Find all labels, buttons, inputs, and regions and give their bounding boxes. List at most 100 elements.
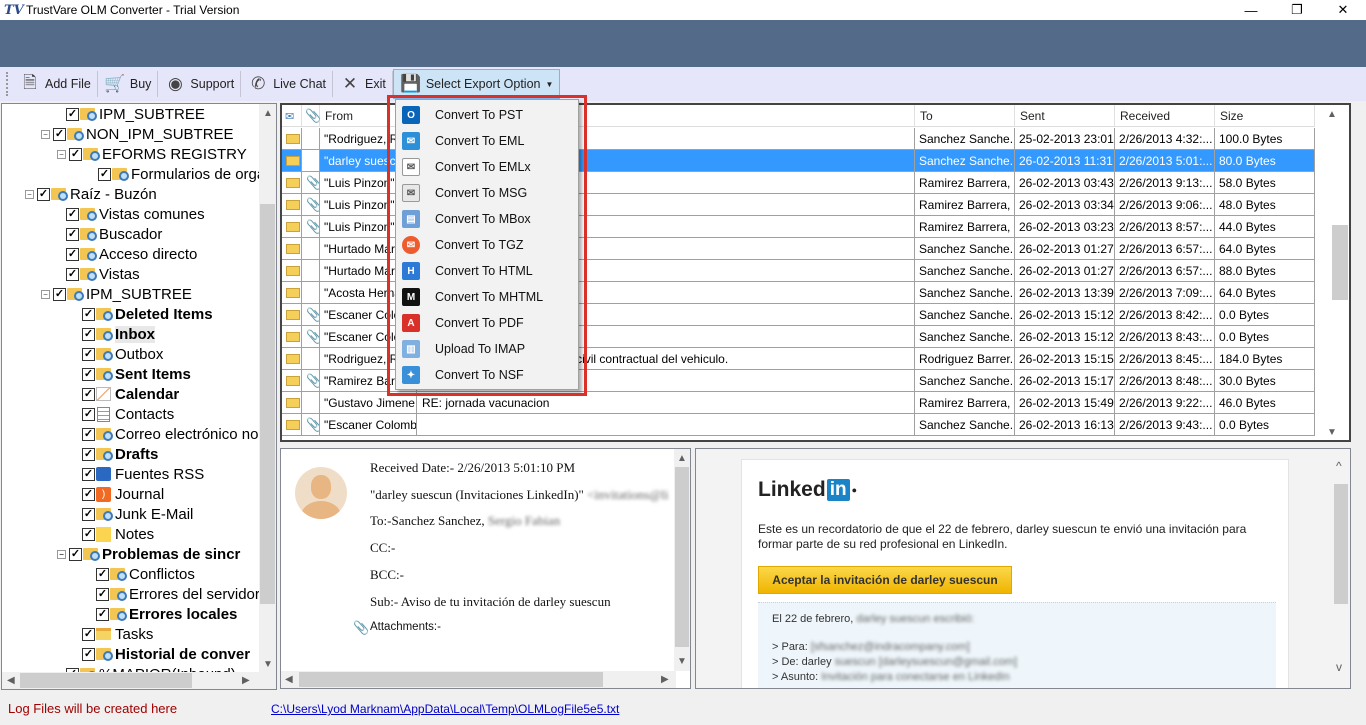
- select-export-option-button[interactable]: 💾 Select Export Option ▼: [392, 69, 561, 99]
- column-header-sent[interactable]: Sent: [1015, 105, 1115, 127]
- tree-item[interactable]: ✓ Junk E-Mail: [82, 504, 193, 524]
- column-header-received[interactable]: Received: [1115, 105, 1215, 127]
- email-body-scroll-thumb[interactable]: [1334, 484, 1348, 604]
- scroll-left-arrow-icon[interactable]: ◀: [285, 674, 293, 685]
- folder-checkbox[interactable]: ✓: [37, 187, 50, 201]
- tree-item[interactable]: ✓ Fuentes RSS: [82, 464, 204, 484]
- menu-item-convert-to-eml[interactable]: ✉ Convert To EML: [396, 128, 578, 154]
- folder-checkbox[interactable]: ✓: [82, 367, 95, 381]
- add-file-button[interactable]: 🗎 Add File: [13, 69, 97, 99]
- scroll-down-arrow-icon[interactable]: ▼: [263, 659, 273, 670]
- folder-checkbox[interactable]: ✓: [66, 107, 79, 121]
- scroll-up-arrow-icon[interactable]: ▲: [1327, 109, 1337, 120]
- tree-item[interactable]: ✓ Deleted Items: [82, 304, 213, 324]
- email-list-scroll-thumb[interactable]: [1332, 225, 1348, 300]
- tree-horizontal-scrollbar[interactable]: ◀ ▶: [2, 672, 276, 689]
- tree-item[interactable]: ✓ Notes: [82, 524, 154, 544]
- tree-item[interactable]: ✓ Errores locales: [96, 604, 237, 624]
- tree-item[interactable]: − ✓ IPM_SUBTREE: [41, 284, 192, 304]
- folder-checkbox[interactable]: ✓: [69, 547, 82, 561]
- minimize-button[interactable]: —: [1228, 0, 1274, 20]
- scroll-right-arrow-icon[interactable]: ▶: [242, 675, 250, 686]
- menu-item-upload-to-imap[interactable]: ▥ Upload To IMAP: [396, 336, 578, 362]
- scroll-down-arrow-icon[interactable]: ▼: [677, 656, 687, 667]
- tree-item[interactable]: ✓ Buscador: [66, 224, 162, 244]
- tree-item[interactable]: ✓ Vistas: [66, 264, 140, 284]
- tree-item[interactable]: − ✓ EFORMS REGISTRY: [57, 144, 247, 164]
- tree-item[interactable]: − ✓ Problemas de sincr: [57, 544, 240, 564]
- scroll-left-arrow-icon[interactable]: ◀: [7, 675, 15, 686]
- exit-button[interactable]: ✕ Exit: [333, 69, 392, 99]
- tree-item[interactable]: ✓ Outbox: [82, 344, 163, 364]
- scroll-down-arrow-icon[interactable]: ▼: [1327, 427, 1337, 438]
- folder-checkbox[interactable]: ✓: [82, 407, 95, 421]
- attachment-column-header[interactable]: 📎: [302, 105, 321, 127]
- tree-item[interactable]: ✓ Vistas comunes: [66, 204, 205, 224]
- accept-invitation-button[interactable]: Aceptar la invitación de darley suescun: [758, 566, 1012, 594]
- tree-item[interactable]: ✓ Historial de conver: [82, 644, 250, 664]
- scroll-right-arrow-icon[interactable]: ▶: [661, 674, 669, 685]
- support-button[interactable]: ◉ Support: [158, 69, 240, 99]
- tree-item[interactable]: ✓ Errores del servidor: [96, 584, 260, 604]
- log-file-path-link[interactable]: C:\Users\Lyod Marknam\AppData\Local\Temp…: [271, 702, 619, 716]
- folder-checkbox[interactable]: ✓: [82, 487, 95, 501]
- folder-checkbox[interactable]: ✓: [82, 387, 95, 401]
- column-header-size[interactable]: Size: [1215, 105, 1315, 127]
- collapse-icon[interactable]: −: [57, 549, 66, 559]
- tree-item[interactable]: ✓ Formularios de orga: [98, 164, 265, 184]
- folder-checkbox[interactable]: ✓: [96, 587, 109, 601]
- tree-hscroll-thumb[interactable]: [20, 673, 192, 688]
- scroll-up-arrow-icon[interactable]: ^: [1336, 459, 1342, 473]
- menu-item-convert-to-mhtml[interactable]: M Convert To MHTML: [396, 284, 578, 310]
- tree-item[interactable]: − ✓ NON_IPM_SUBTREE: [41, 124, 234, 144]
- collapse-icon[interactable]: −: [57, 149, 66, 159]
- menu-item-convert-to-tgz[interactable]: ✉ Convert To TGZ: [396, 232, 578, 258]
- column-header-to[interactable]: To: [915, 105, 1015, 127]
- email-body-vertical-scrollbar[interactable]: ^ v: [1332, 449, 1350, 688]
- folder-tree[interactable]: ✓ IPM_SUBTREE − ✓ NON_IPM_SUBTREE − ✓ EFORMS RE…: [1, 103, 277, 690]
- preview-vertical-scrollbar[interactable]: ▲ ▼: [674, 449, 690, 671]
- tree-scroll-thumb[interactable]: [260, 204, 275, 604]
- tree-vertical-scrollbar[interactable]: ▲ ▼: [259, 104, 276, 674]
- live-chat-button[interactable]: ✆ Live Chat: [241, 69, 332, 99]
- buy-button[interactable]: 🛒 Buy: [98, 69, 158, 99]
- folder-checkbox[interactable]: ✓: [66, 247, 79, 261]
- tree-item[interactable]: − ✓ Raíz - Buzón: [25, 184, 157, 204]
- folder-checkbox[interactable]: ✓: [66, 267, 79, 281]
- tree-item[interactable]: ✓ Drafts: [82, 444, 158, 464]
- folder-checkbox[interactable]: ✓: [96, 607, 109, 621]
- toolbar-grip[interactable]: [6, 72, 9, 96]
- tree-item[interactable]: ✓ Correo electrónico no: [82, 424, 258, 444]
- tree-item[interactable]: ✓ Conflictos: [96, 564, 195, 584]
- folder-checkbox[interactable]: ✓: [82, 427, 95, 441]
- folder-checkbox[interactable]: ✓: [82, 527, 95, 541]
- folder-checkbox[interactable]: ✓: [82, 327, 95, 341]
- tree-item[interactable]: ✓ Sent Items: [82, 364, 191, 384]
- folder-checkbox[interactable]: ✓: [53, 127, 66, 141]
- email-list-vertical-scrollbar[interactable]: ▲ ▼: [1315, 105, 1349, 440]
- menu-item-convert-to-nsf[interactable]: ✦ Convert To NSF: [396, 362, 578, 388]
- tree-item[interactable]: ✓) Journal: [82, 484, 164, 504]
- scroll-up-arrow-icon[interactable]: ▲: [677, 453, 687, 464]
- menu-item-convert-to-pst[interactable]: O Convert To PST: [396, 102, 578, 128]
- folder-checkbox[interactable]: ✓: [69, 147, 82, 161]
- collapse-icon[interactable]: −: [25, 189, 34, 199]
- folder-checkbox[interactable]: ✓: [66, 207, 79, 221]
- folder-checkbox[interactable]: ✓: [82, 627, 95, 641]
- preview-scroll-thumb[interactable]: [675, 467, 689, 647]
- tree-item[interactable]: ✓ Inbox: [82, 324, 155, 344]
- tree-item[interactable]: ✓ Acceso directo: [66, 244, 197, 264]
- folder-checkbox[interactable]: ✓: [82, 467, 95, 481]
- menu-item-convert-to-emlx[interactable]: ✉ Convert To EMLx: [396, 154, 578, 180]
- folder-checkbox[interactable]: ✓: [66, 227, 79, 241]
- email-row[interactable]: 📎"Escaner Colomb... Sanchez Sanche...26-0…: [282, 414, 1317, 436]
- tree-item[interactable]: ✓ Contacts: [82, 404, 174, 424]
- collapse-icon[interactable]: −: [41, 289, 50, 299]
- folder-checkbox[interactable]: ✓: [82, 307, 95, 321]
- folder-checkbox[interactable]: ✓: [98, 167, 111, 181]
- menu-item-convert-to-msg[interactable]: ✉ Convert To MSG: [396, 180, 578, 206]
- close-button[interactable]: ✕: [1320, 0, 1366, 20]
- folder-checkbox[interactable]: ✓: [96, 567, 109, 581]
- read-status-column-header[interactable]: ✉: [282, 105, 302, 127]
- preview-hscroll-thumb[interactable]: [299, 672, 603, 687]
